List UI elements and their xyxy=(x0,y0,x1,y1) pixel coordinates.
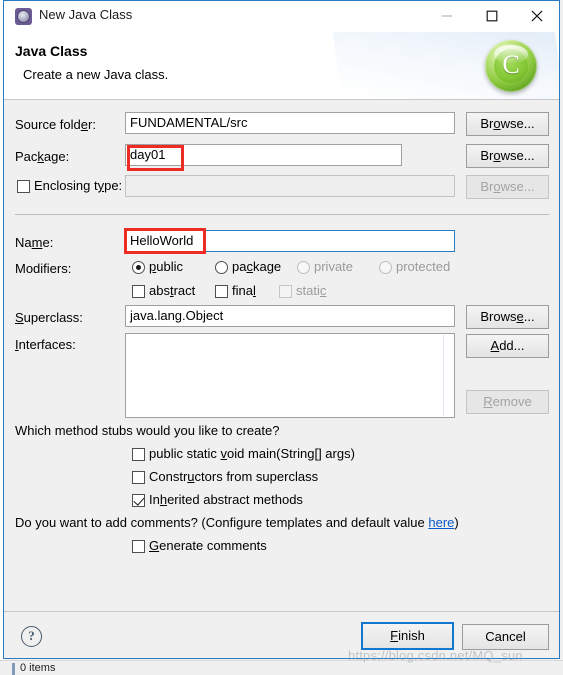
help-icon[interactable]: ? xyxy=(21,626,42,647)
close-button[interactable] xyxy=(514,0,559,31)
java-class-logo-icon: C xyxy=(485,40,537,92)
interfaces-remove-button: Remove xyxy=(466,390,549,414)
modifiers-label: Modifiers: xyxy=(15,261,72,276)
interfaces-label: Interfaces: xyxy=(15,337,76,352)
new-java-class-dialog: New Java Class Java Class Create a new J… xyxy=(3,0,560,659)
modifier-radio-private xyxy=(297,261,310,274)
source-folder-browse-button[interactable]: Browse... xyxy=(466,112,549,136)
comments-question: Do you want to add comments? (Configure … xyxy=(15,515,459,530)
background-status-bar xyxy=(0,660,563,675)
source-folder-input[interactable]: FUNDAMENTAL/src xyxy=(125,112,455,134)
banner-subtitle: Create a new Java class. xyxy=(23,67,169,82)
dialog-footer: ? Finish Cancel xyxy=(4,611,559,658)
modifier-radio-protected xyxy=(379,261,392,274)
superclass-label: Superclass: xyxy=(15,310,83,325)
configure-templates-link[interactable]: here xyxy=(428,515,454,530)
modifier-radio-package[interactable] xyxy=(215,261,228,274)
name-label: Name: xyxy=(15,235,54,250)
interfaces-add-button[interactable]: Add... xyxy=(466,334,549,358)
section-separator-1 xyxy=(15,214,549,215)
modifier-label-abstract: abstract xyxy=(149,283,196,298)
minimize-button[interactable] xyxy=(424,0,469,31)
modifier-label-protected: protected xyxy=(396,259,451,274)
enclosing-type-browse-button: Browse... xyxy=(466,175,549,199)
window-title: New Java Class xyxy=(39,7,133,22)
enclosing-type-input[interactable] xyxy=(125,175,455,197)
modifier-label-private: private xyxy=(314,259,354,274)
superclass-input[interactable]: java.lang.Object xyxy=(125,305,455,327)
background-status-text: 0 items xyxy=(20,662,56,674)
minimize-icon xyxy=(441,14,452,17)
comments-question-prefix: Do you want to add comments? (Configure … xyxy=(15,515,429,530)
superclass-browse-button[interactable]: Browse... xyxy=(466,305,549,329)
java-class-logo-letter: C xyxy=(502,50,520,79)
stub-label-inherited: Inherited abstract methods xyxy=(149,492,303,507)
method-stubs-question: Which method stubs would you like to cre… xyxy=(15,423,280,438)
comments-question-suffix: ) xyxy=(454,515,459,530)
title-bar: New Java Class xyxy=(4,0,559,32)
modifier-checkbox-static xyxy=(279,285,292,298)
maximize-icon xyxy=(486,10,497,21)
screen: 0 items New Java Class Java Class Create… xyxy=(0,0,563,675)
modifier-label-final: final xyxy=(232,283,256,298)
close-icon xyxy=(530,9,543,22)
generate-comments-label: Generate comments xyxy=(149,538,267,553)
source-folder-label: Source folder: xyxy=(15,117,96,132)
interfaces-listbox-divider xyxy=(443,335,444,416)
modifier-checkbox-final[interactable] xyxy=(215,285,228,298)
maximize-button[interactable] xyxy=(469,0,514,31)
stub-checkbox-constructors[interactable] xyxy=(132,471,145,484)
stub-checkbox-inherited[interactable] xyxy=(132,494,145,507)
name-input[interactable]: HelloWorld xyxy=(125,230,455,252)
dialog-body: Source folder: FUNDAMENTAL/src Browse...… xyxy=(4,101,559,611)
eclipse-wizard-icon xyxy=(15,8,32,25)
interfaces-listbox[interactable] xyxy=(125,333,455,418)
modifier-radio-public[interactable] xyxy=(132,261,145,274)
java-class-logo-inner: C xyxy=(494,49,528,83)
generate-comments-checkbox[interactable] xyxy=(132,540,145,553)
package-label: Package: xyxy=(15,149,70,164)
modifier-label-static: static xyxy=(296,283,327,298)
package-browse-button[interactable]: Browse... xyxy=(466,144,549,168)
stub-checkbox-main[interactable] xyxy=(132,448,145,461)
modifier-label-package: package xyxy=(232,259,282,274)
wizard-banner: Java Class Create a new Java class. C xyxy=(4,32,559,100)
cancel-button[interactable]: Cancel xyxy=(462,624,549,650)
finish-button[interactable]: Finish xyxy=(361,622,454,650)
modifier-label-public: public xyxy=(149,259,183,274)
enclosing-type-checkbox[interactable] xyxy=(17,180,30,193)
package-input[interactable]: day01 xyxy=(125,144,402,166)
banner-title: Java Class xyxy=(15,43,88,59)
stub-label-main: public static void main(String[] args) xyxy=(149,446,355,461)
enclosing-type-label: Enclosing type: xyxy=(34,178,123,193)
background-status-marker xyxy=(12,663,15,675)
stub-label-constructors: Constructors from superclass xyxy=(149,469,319,484)
modifier-checkbox-abstract[interactable] xyxy=(132,285,145,298)
